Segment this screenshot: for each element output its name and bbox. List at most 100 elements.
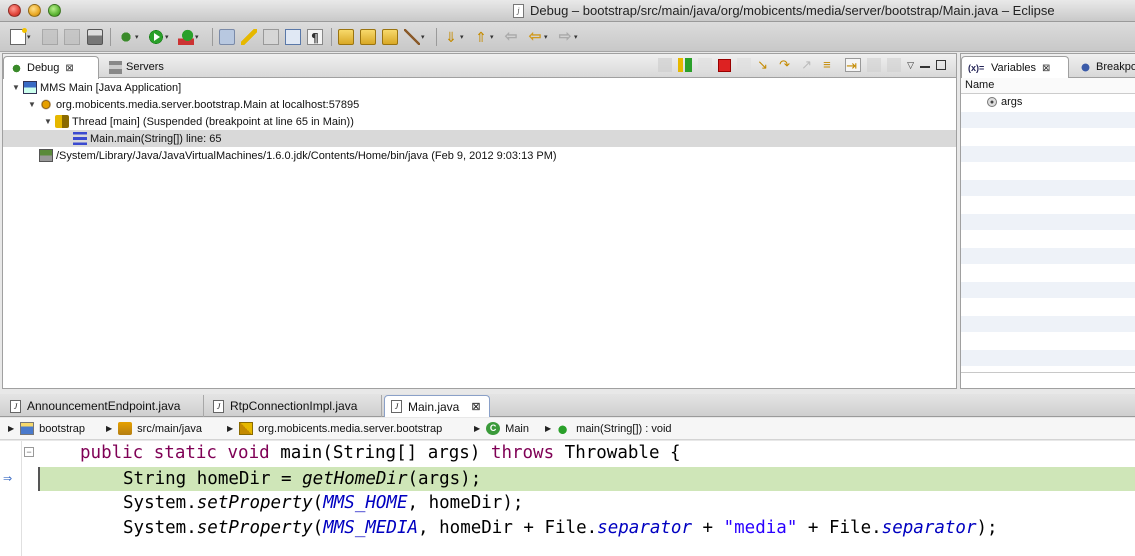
- show-whitespace-button[interactable]: ¶: [307, 28, 323, 46]
- close-icon[interactable]: ⊠: [471, 400, 480, 413]
- monitors-icon[interactable]: [887, 58, 902, 72]
- chevron-down-icon[interactable]: ▾: [135, 33, 139, 41]
- code-token: , homeDir + File.: [418, 518, 598, 538]
- back-icon: ⇦: [528, 28, 542, 45]
- step-over-icon[interactable]: ↷: [779, 58, 795, 72]
- editor-gutter[interactable]: − ⇒: [0, 441, 34, 556]
- detail-pane-divider[interactable]: [961, 372, 1135, 373]
- name-column-header[interactable]: Name: [961, 78, 1135, 94]
- toggle-block-button[interactable]: [263, 28, 279, 46]
- previous-annotation-button[interactable]: ⇑ ▾: [473, 28, 494, 46]
- empty-row: [961, 265, 1135, 281]
- close-icon[interactable]: ⊠: [65, 63, 73, 74]
- chevron-right-icon[interactable]: ▶: [545, 424, 551, 433]
- view-menu-icon[interactable]: ▽: [907, 60, 914, 71]
- tree-item-thread[interactable]: ▼ Thread [main] (Suspended (breakpoint a…: [3, 113, 956, 130]
- breadcrumb-package[interactable]: ▶ org.mobicents.media.server.bootstrap: [227, 422, 442, 435]
- tab-breakpoints[interactable]: Breakpoints: [1073, 56, 1135, 78]
- remove-terminated-icon[interactable]: [658, 58, 673, 72]
- chevron-down-icon[interactable]: ▾: [195, 33, 199, 41]
- debug-target-icon: [39, 98, 53, 111]
- fold-icon[interactable]: −: [24, 447, 34, 457]
- tab-servers[interactable]: Servers: [103, 56, 172, 78]
- chevron-right-icon[interactable]: ▶: [106, 424, 112, 433]
- close-window-button[interactable]: [8, 4, 21, 17]
- minimize-icon[interactable]: [920, 66, 930, 68]
- next-annotation-button[interactable]: ⇓ ▾: [443, 28, 464, 46]
- breadcrumb-project[interactable]: ▶ bootstrap: [8, 422, 85, 435]
- print-button[interactable]: [87, 28, 103, 46]
- zoom-window-button[interactable]: [48, 4, 61, 17]
- search-button[interactable]: ▾: [404, 28, 425, 46]
- chevron-down-icon[interactable]: ▾: [165, 33, 169, 41]
- expand-arrow-icon[interactable]: ▼: [43, 117, 53, 126]
- mark-occurrences-button[interactable]: [241, 28, 257, 46]
- debug-button[interactable]: ▾: [118, 28, 139, 46]
- new-wizard-button[interactable]: ▾: [10, 28, 31, 46]
- chevron-down-icon[interactable]: ▾: [544, 33, 548, 41]
- chevron-down-icon[interactable]: ▾: [490, 33, 494, 41]
- use-step-filters-icon[interactable]: ⇥: [845, 58, 862, 73]
- breadcrumb-class[interactable]: ▶ C Main: [474, 422, 529, 435]
- external-tools-button[interactable]: ▾: [178, 28, 199, 46]
- tree-item-stack-frame[interactable]: Main.main(String[]) line: 65: [3, 130, 956, 147]
- chevron-right-icon[interactable]: ▶: [227, 424, 233, 433]
- tree-item-launch[interactable]: ▼ MMS Main [Java Application]: [3, 79, 956, 96]
- empty-row: [961, 282, 1135, 298]
- forward-button[interactable]: ⇨ ▾: [557, 28, 578, 46]
- tab-variables[interactable]: (x)= Variables ⊠: [961, 56, 1069, 79]
- skip-breakpoints-button[interactable]: [219, 28, 235, 46]
- title-bar: j Debug – bootstrap/src/main/java/org/mo…: [0, 0, 1135, 22]
- terminate-icon[interactable]: [718, 58, 732, 72]
- code-token: main(String[] args): [280, 443, 491, 463]
- local-variable-icon: ●: [987, 97, 997, 107]
- method-call-token: setProperty: [196, 518, 313, 538]
- code-line: public static void main(String[] args) t…: [80, 441, 681, 465]
- code-token: Throwable {: [554, 443, 681, 463]
- tree-item-process[interactable]: /System/Library/Java/JavaVirtualMachines…: [3, 147, 956, 164]
- threads-icon[interactable]: [867, 58, 882, 72]
- code-token: (args);: [407, 469, 482, 489]
- expand-arrow-icon[interactable]: ▼: [27, 100, 37, 109]
- chevron-down-icon[interactable]: ▾: [460, 33, 464, 41]
- open-task-button[interactable]: [360, 28, 376, 46]
- variable-row[interactable]: ● args: [961, 95, 1135, 111]
- servers-icon: [109, 60, 122, 74]
- step-into-icon[interactable]: ↘: [757, 58, 773, 72]
- tab-debug[interactable]: Debug ⊠: [3, 56, 99, 79]
- debug-tabstrip: Debug ⊠ Servers ↘ ↷ ↗ ≡ ⇥ ▽: [3, 54, 956, 79]
- last-edit-button[interactable]: ⇦: [503, 28, 519, 46]
- chevron-right-icon[interactable]: ▶: [8, 424, 14, 433]
- suspend-icon[interactable]: [698, 58, 713, 72]
- tab-announcementendpoint[interactable]: J AnnouncementEndpoint.java: [4, 395, 204, 417]
- back-button[interactable]: ⇦ ▾: [527, 28, 548, 46]
- chevron-down-icon[interactable]: ▾: [421, 33, 425, 41]
- variable-name: args: [1001, 96, 1023, 108]
- tab-main-java[interactable]: J Main.java ⊠: [384, 395, 490, 417]
- show-source-button[interactable]: [285, 28, 301, 46]
- open-type-button[interactable]: [338, 28, 354, 46]
- chevron-down-icon[interactable]: ▾: [574, 33, 578, 41]
- window-title: Debug – bootstrap/src/main/java/org/mobi…: [530, 3, 1055, 18]
- breadcrumb-source-folder[interactable]: ▶ src/main/java: [106, 422, 202, 435]
- expand-arrow-icon[interactable]: ▼: [11, 83, 21, 92]
- save-button[interactable]: [42, 28, 58, 46]
- run-button[interactable]: ▾: [148, 28, 169, 46]
- chevron-right-icon[interactable]: ▶: [474, 424, 480, 433]
- open-resource-icon: [382, 29, 398, 45]
- maximize-icon[interactable]: [936, 60, 946, 70]
- disconnect-icon[interactable]: [737, 58, 752, 72]
- open-resource-button[interactable]: [382, 28, 398, 46]
- close-icon[interactable]: ⊠: [1042, 63, 1050, 74]
- drop-to-frame-icon[interactable]: ≡: [823, 58, 839, 72]
- step-return-icon[interactable]: ↗: [801, 58, 817, 72]
- breakpoints-icon: [1079, 60, 1092, 74]
- resume-icon[interactable]: [678, 58, 693, 72]
- code-editor[interactable]: − ⇒ public static void main(String[] arg…: [0, 441, 1135, 556]
- save-all-button[interactable]: [64, 28, 80, 46]
- chevron-down-icon[interactable]: ▾: [27, 33, 31, 41]
- breadcrumb-method[interactable]: ▶ main(String[]) : void: [545, 422, 672, 435]
- minimize-window-button[interactable]: [28, 4, 41, 17]
- tab-rtpconnectionimpl[interactable]: J RtpConnectionImpl.java: [207, 395, 382, 417]
- tree-item-debug-target[interactable]: ▼ org.mobicents.media.server.bootstrap.M…: [3, 96, 956, 113]
